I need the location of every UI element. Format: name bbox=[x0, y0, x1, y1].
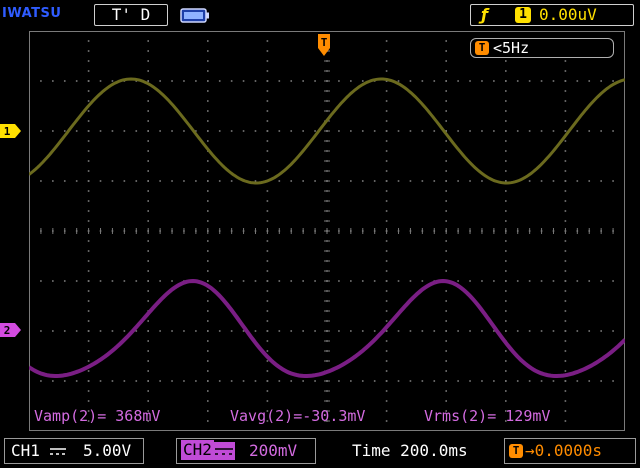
ch1-ground-marker[interactable]: 1 bbox=[0, 124, 22, 138]
status-bar: CH1 5.00V CH2 200mV Time 200.0ms T →0.00… bbox=[0, 436, 640, 468]
rising-edge-icon: ƒ bbox=[481, 5, 488, 24]
dc-coupling-icon bbox=[50, 448, 66, 455]
dc-coupling-icon bbox=[213, 442, 235, 460]
trigger-status: T' D bbox=[94, 4, 168, 26]
timebase[interactable]: Time 200.0ms bbox=[352, 440, 468, 462]
trigger-panel[interactable]: ƒ 1 0.00uV bbox=[470, 4, 634, 26]
trigger-position-label: T bbox=[321, 36, 328, 49]
battery-icon bbox=[180, 8, 209, 23]
trigger-icon: T bbox=[475, 41, 489, 55]
measurement-vamp: Vamp(2)= 368mV bbox=[34, 407, 161, 425]
frequency-value: <5Hz bbox=[493, 39, 530, 57]
trigger-offset-value: →0.0000s bbox=[525, 441, 603, 460]
ch2-marker-label: 2 bbox=[4, 324, 11, 337]
ch2-settings[interactable]: CH2 200mV bbox=[176, 438, 316, 464]
trigger-offset[interactable]: T →0.0000s bbox=[504, 438, 636, 464]
brand-logo: IWATSU bbox=[2, 6, 62, 21]
waveform-display[interactable] bbox=[29, 31, 625, 431]
trigger-icon: T bbox=[509, 444, 523, 458]
measurement-vavg: Vavg(2)=-30.3mV bbox=[230, 407, 366, 425]
trigger-source-badge: 1 bbox=[515, 7, 531, 23]
ch2-volts-per-div: 200mV bbox=[249, 441, 298, 460]
ch1-settings[interactable]: CH1 5.00V bbox=[4, 438, 144, 464]
ch1-volts-per-div: 5.00V bbox=[83, 441, 132, 460]
ch1-marker-label: 1 bbox=[4, 125, 11, 138]
trigger-position-marker[interactable]: T bbox=[317, 32, 331, 58]
ch1-label: CH1 bbox=[11, 441, 40, 460]
measurement-vrms: Vrms(2)= 129mV bbox=[424, 407, 551, 425]
ch2-ground-marker[interactable]: 2 bbox=[0, 323, 22, 337]
frequency-readout: T <5Hz bbox=[470, 38, 614, 58]
trigger-level: 0.00uV bbox=[539, 5, 597, 24]
ch2-label: CH2 bbox=[181, 440, 214, 460]
